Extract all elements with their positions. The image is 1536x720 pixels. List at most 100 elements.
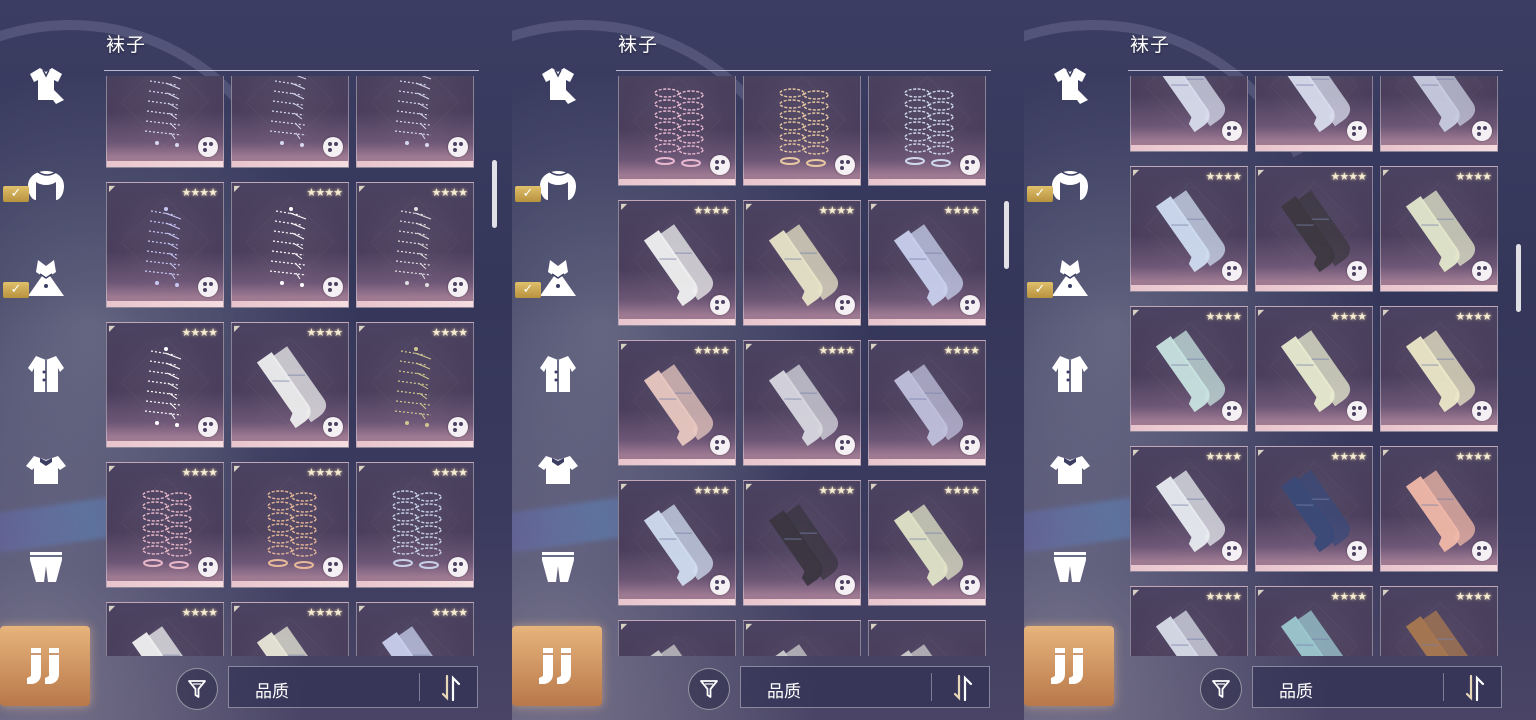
item-card[interactable]: ◤ ★★★★ xyxy=(1255,306,1373,432)
palette-icon[interactable] xyxy=(323,137,343,157)
sidebar-item-top[interactable] xyxy=(10,438,82,502)
palette-icon[interactable] xyxy=(1222,541,1242,561)
item-card[interactable]: ◤ ★★★★ xyxy=(1130,166,1248,292)
sidebar-item-top[interactable] xyxy=(522,438,594,502)
item-card[interactable]: ◤ ★★★★ xyxy=(356,602,474,656)
sort-dropdown[interactable]: 品质 xyxy=(228,666,478,708)
palette-icon[interactable] xyxy=(1347,401,1367,421)
palette-icon[interactable] xyxy=(835,155,855,175)
palette-icon[interactable] xyxy=(835,575,855,595)
sort-order-icon[interactable] xyxy=(1459,672,1491,704)
sidebar-item-coat[interactable] xyxy=(10,342,82,406)
item-card[interactable]: ◤ ★★★★ xyxy=(1255,446,1373,572)
sidebar-item-top[interactable] xyxy=(1034,438,1106,502)
item-card[interactable]: ◤ xyxy=(743,620,861,656)
sidebar-item-coat[interactable] xyxy=(522,342,594,406)
palette-icon[interactable] xyxy=(835,435,855,455)
sidebar-item-hair[interactable] xyxy=(1034,150,1106,214)
palette-icon[interactable] xyxy=(198,277,218,297)
item-card[interactable]: ◤ ★★★★ xyxy=(231,462,349,588)
sort-dropdown[interactable]: 品质 xyxy=(1252,666,1502,708)
item-card[interactable]: ◤ ★★★★ xyxy=(743,200,861,326)
item-card[interactable]: ◤ ★★★★ xyxy=(618,480,736,606)
sidebar-item-socks[interactable] xyxy=(1024,626,1114,706)
palette-icon[interactable] xyxy=(710,155,730,175)
item-card[interactable]: ◤ xyxy=(868,620,986,656)
item-card[interactable]: ◤ xyxy=(743,76,861,186)
item-card[interactable]: ◤ ★★★★ xyxy=(106,602,224,656)
palette-icon[interactable] xyxy=(198,557,218,577)
item-card[interactable]: ◤ xyxy=(868,76,986,186)
sidebar-item-bottom[interactable] xyxy=(10,534,82,598)
palette-icon[interactable] xyxy=(1347,541,1367,561)
sidebar-item-outfit[interactable] xyxy=(522,54,594,118)
item-card[interactable]: ◤ ★★★★ xyxy=(868,200,986,326)
item-card[interactable]: ◤ ★★★★ xyxy=(1255,166,1373,292)
palette-icon[interactable] xyxy=(323,277,343,297)
item-card[interactable]: ◤ ★★★★ xyxy=(231,322,349,448)
sidebar-item-dress[interactable] xyxy=(522,246,594,310)
palette-icon[interactable] xyxy=(1222,401,1242,421)
palette-icon[interactable] xyxy=(448,277,468,297)
palette-icon[interactable] xyxy=(960,435,980,455)
sidebar-item-bottom[interactable] xyxy=(522,534,594,598)
palette-icon[interactable] xyxy=(1347,121,1367,141)
item-card[interactable]: ◤ xyxy=(106,76,224,168)
sort-order-icon[interactable] xyxy=(435,672,467,704)
sidebar-item-socks[interactable] xyxy=(512,626,602,706)
item-card[interactable]: ◤ ★★★★ xyxy=(231,182,349,308)
palette-icon[interactable] xyxy=(1472,261,1492,281)
palette-icon[interactable] xyxy=(1472,401,1492,421)
item-card[interactable]: ◤ ★★★★ xyxy=(1380,306,1498,432)
item-card[interactable]: ◤ ★★★★ xyxy=(356,182,474,308)
item-card[interactable]: ◤ ★★★★ xyxy=(106,182,224,308)
palette-icon[interactable] xyxy=(448,417,468,437)
palette-icon[interactable] xyxy=(710,575,730,595)
item-card[interactable]: ◤ xyxy=(618,620,736,656)
sidebar-item-outfit[interactable] xyxy=(1034,54,1106,118)
item-card[interactable]: ◤ ★★★★ xyxy=(1380,166,1498,292)
filter-button[interactable] xyxy=(176,668,218,710)
sidebar-item-dress[interactable] xyxy=(1034,246,1106,310)
item-card[interactable]: ◤ ★★★★ xyxy=(1130,586,1248,656)
item-card[interactable]: ◤ ★★★★ xyxy=(868,340,986,466)
item-card[interactable]: ◤ xyxy=(1380,76,1498,152)
sidebar-item-outfit[interactable] xyxy=(10,54,82,118)
scrollbar-thumb[interactable] xyxy=(492,160,497,228)
sidebar-item-dress[interactable] xyxy=(10,246,82,310)
filter-button[interactable] xyxy=(688,668,730,710)
item-card[interactable]: ◤ ★★★★ xyxy=(1255,586,1373,656)
item-card[interactable]: ◤ xyxy=(231,76,349,168)
item-card[interactable]: ◤ ★★★★ xyxy=(1130,306,1248,432)
item-card[interactable]: ◤ xyxy=(356,76,474,168)
scrollbar-thumb[interactable] xyxy=(1516,244,1521,312)
item-card[interactable]: ◤ xyxy=(1255,76,1373,152)
palette-icon[interactable] xyxy=(448,557,468,577)
item-card[interactable]: ◤ ★★★★ xyxy=(356,322,474,448)
palette-icon[interactable] xyxy=(323,557,343,577)
sort-order-icon[interactable] xyxy=(947,672,979,704)
palette-icon[interactable] xyxy=(960,575,980,595)
palette-icon[interactable] xyxy=(198,137,218,157)
item-card[interactable]: ◤ ★★★★ xyxy=(1380,586,1498,656)
palette-icon[interactable] xyxy=(710,295,730,315)
palette-icon[interactable] xyxy=(960,155,980,175)
scrollbar-thumb[interactable] xyxy=(1004,200,1009,269)
palette-icon[interactable] xyxy=(198,417,218,437)
item-card[interactable]: ◤ ★★★★ xyxy=(1380,446,1498,572)
sidebar-item-socks[interactable] xyxy=(0,626,90,706)
palette-icon[interactable] xyxy=(448,137,468,157)
palette-icon[interactable] xyxy=(323,417,343,437)
item-card[interactable]: ◤ ★★★★ xyxy=(106,462,224,588)
item-card[interactable]: ◤ ★★★★ xyxy=(743,340,861,466)
palette-icon[interactable] xyxy=(960,295,980,315)
item-card[interactable]: ◤ xyxy=(1130,76,1248,152)
palette-icon[interactable] xyxy=(1347,261,1367,281)
sidebar-item-hair[interactable] xyxy=(10,150,82,214)
palette-icon[interactable] xyxy=(1222,121,1242,141)
palette-icon[interactable] xyxy=(710,435,730,455)
item-card[interactable]: ◤ ★★★★ xyxy=(1130,446,1248,572)
sidebar-item-coat[interactable] xyxy=(1034,342,1106,406)
palette-icon[interactable] xyxy=(1472,121,1492,141)
palette-icon[interactable] xyxy=(835,295,855,315)
